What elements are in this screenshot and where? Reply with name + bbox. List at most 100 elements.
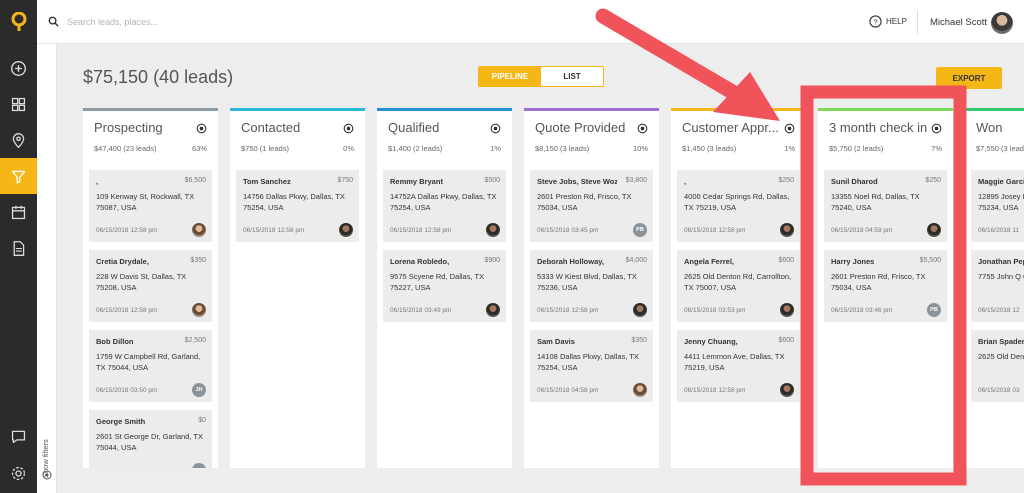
card-list: , $250 4000 Cedar Springs Rd, Dallas, TX 7… [677,170,800,410]
owner-avatar[interactable]: PB [927,303,941,317]
lead-address: 4411 Lemmon Ave, Dallas, TX 75219, USA [684,352,785,372]
lead-card[interactable]: George Smith $0 2601 St George Dr, Garland… [89,410,212,468]
lead-value: $600 [778,337,794,344]
lead-card[interactable]: Steve Jobs, Steve Woz $3,800 2601 Preston … [530,170,653,242]
lead-value: $2,500 [184,337,206,344]
top-bar: ? HELP Michael Scott [37,0,1024,44]
search-icon [48,16,59,27]
sidebar [0,0,37,493]
owner-avatar[interactable]: JH [192,383,206,397]
filter-strip[interactable] [37,44,57,493]
lead-card[interactable]: Sam Davis $350 14108 Dallas Pkwy, Dallas, … [530,330,653,402]
lead-card[interactable]: Maggie Garcia 12895 Josey Ln, Dallas, TX … [971,170,1024,242]
card-list: , $6,500 109 Kenway St, Rockwall, TX 75087… [89,170,212,468]
owner-avatar[interactable] [927,223,941,237]
search-input[interactable] [67,13,367,31]
pipeline-column: Won $7,550 (3 leads) Maggie Garcia 12895 Jo… [965,108,1024,468]
lead-card[interactable]: Sunil Dharod $250 13355 Noel Rd, Dallas, T… [824,170,947,242]
lead-date: 06/15/2018 03:46 pm [831,307,893,314]
lead-card[interactable]: Jenny Chuang, $600 4411 Lemmon Ave, Dallas… [677,330,800,402]
map-button[interactable] [0,122,37,158]
dashboard-button[interactable] [0,86,37,122]
lead-card[interactable]: Remmy Bryant $500 14752A Dallas Pkwy, Dall… [383,170,506,242]
owner-avatar[interactable] [192,463,206,468]
owner-avatar[interactable]: PB [633,223,647,237]
column-options-icon[interactable] [784,123,795,134]
lead-name: Harry Jones [831,257,875,266]
owner-avatar[interactable] [780,223,794,237]
lead-card[interactable]: Lorena Robledo, $900 9575 Scyene Rd, Dalla… [383,250,506,322]
view-toggle: PIPELINE LIST [478,66,604,87]
lead-name: Bob Dillon [96,337,134,346]
lead-address: 2601 St George Dr, Garland, TX 75044, US… [96,432,204,452]
lead-date: 06/15/2018 12:58 pm [96,307,158,314]
export-button[interactable]: EXPORT [936,67,1002,89]
lead-card[interactable]: Brian Spader 2625 Old Den Carrollton, TX 0… [971,330,1024,402]
help-icon: ? [869,15,882,28]
column-title: Quote Provided [535,120,626,135]
lead-card[interactable]: Bob Dillon $2,500 1759 W Campbell Rd, Garl… [89,330,212,402]
column-percent: 1% [490,144,501,153]
lead-name: Deborah Holloway, [537,257,604,266]
lead-name: , [96,177,99,186]
logo[interactable] [0,0,37,44]
pipeline-column: 3 month check in $5,750 (2 leads) 7% Sunil … [818,108,953,468]
owner-avatar[interactable] [633,383,647,397]
owner-avatar[interactable] [192,223,206,237]
documents-button[interactable] [0,230,37,266]
calendar-button[interactable] [0,194,37,230]
column-options-icon[interactable] [343,123,354,134]
lead-card[interactable]: , $250 4000 Cedar Springs Rd, Dallas, TX 7… [677,170,800,242]
column-summary: $5,750 (2 leads) [829,144,884,153]
help-button[interactable]: ? HELP [869,15,907,28]
card-list: Sunil Dharod $250 13355 Noel Rd, Dallas, T… [824,170,947,330]
lead-date: 06/15/2018 03:45 pm [537,227,599,234]
column-options-icon[interactable] [637,123,648,134]
lead-card[interactable]: Harry Jones $5,500 2601 Preston Rd, Frisco… [824,250,947,322]
owner-avatar[interactable] [192,303,206,317]
column-options-icon[interactable] [931,123,942,134]
pipeline-view-button[interactable]: PIPELINE [479,67,541,86]
lead-card[interactable]: Tom Sanchez $750 14756 Dallas Pkwy, Dallas… [236,170,359,242]
lead-card[interactable]: Deborah Holloway, $4,000 5333 W Kiest Blvd… [530,250,653,322]
owner-avatar[interactable] [780,303,794,317]
owner-avatar[interactable] [633,303,647,317]
lead-card[interactable]: , $6,500 109 Kenway St, Rockwall, TX 75087… [89,170,212,242]
column-percent: 1% [784,144,795,153]
lead-name: Maggie Garcia [978,177,1024,186]
lead-address: 2601 Preston Rd, Frisco, TX 75034, USA [831,272,926,292]
lead-date: 06/15/2018 12:58 pm [684,227,746,234]
pipeline-board: $75,150 (40 leads) PIPELINE LIST EXPORT … [57,44,1024,493]
user-avatar[interactable] [991,12,1013,34]
column-summary: $47,400 (23 leads) [94,144,157,153]
column-percent: 10% [632,144,648,153]
lead-address: 14756 Dallas Pkwy, Dallas, TX 75254, USA [243,192,345,212]
lead-address: 2625 Old Denton Rd, Carrollton, TX 75007… [684,272,792,292]
lead-card[interactable]: Cretia Drydale, $350 228 W Davis St, Dalla… [89,250,212,322]
column-title: Contacted [241,120,301,135]
lead-card[interactable]: Jonathan Pep 7755 John Q Carrollton, TX 06… [971,250,1024,322]
lead-card[interactable]: Angela Ferrel, $600 2625 Old Denton Rd, Ca… [677,250,800,322]
owner-avatar[interactable] [339,223,353,237]
column-options-icon[interactable] [490,123,501,134]
settings-button[interactable] [0,455,37,491]
add-button[interactable] [0,50,37,86]
lead-name: Jonathan Pep [978,257,1024,266]
chat-button[interactable] [0,418,37,454]
lead-value: $0 [198,417,206,424]
lead-address: 7755 John Q Carrollton, TX [978,272,1024,281]
show-filters-label[interactable]: Show filters [41,439,50,478]
user-name[interactable]: Michael Scott [930,17,987,28]
lead-name: Tom Sanchez [243,177,291,186]
settings-icon [11,466,26,480]
filter-icon [11,170,26,184]
lead-address: 13355 Noel Rd, Dallas, TX 75240, USA [831,192,920,212]
owner-avatar[interactable] [486,303,500,317]
pipeline-column: Prospecting $47,400 (23 leads) 63%, $6,500 1… [83,108,218,468]
column-options-icon[interactable] [196,123,207,134]
help-label: HELP [886,17,907,26]
owner-avatar[interactable] [780,383,794,397]
owner-avatar[interactable] [486,223,500,237]
list-view-button[interactable]: LIST [541,67,603,86]
pipeline-filter-button[interactable] [0,158,37,194]
